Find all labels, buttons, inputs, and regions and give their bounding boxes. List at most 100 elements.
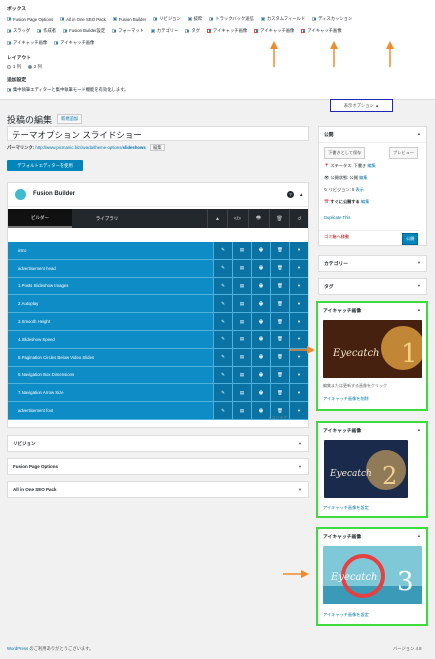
delete-icon[interactable]: 🗑: [270, 366, 289, 384]
toggle-icon[interactable]: ▾: [289, 366, 308, 384]
edit-icon[interactable]: ✎: [213, 313, 232, 330]
box-option-4[interactable]: リビジョン: [153, 16, 181, 22]
box-option-15[interactable]: アイキャッチ画像: [207, 28, 247, 34]
box-option-3[interactable]: Fusion Builder: [112, 16, 146, 22]
code-icon[interactable]: </>: [227, 209, 247, 228]
checkbox-icon[interactable]: [7, 16, 11, 21]
permalink-slug[interactable]: slideshows: [123, 145, 146, 150]
edit-icon[interactable]: ✎: [213, 348, 232, 366]
edit-icon[interactable]: ✎: [213, 366, 232, 384]
box-option-7[interactable]: カスタムフィールド: [260, 16, 305, 22]
checkbox-icon[interactable]: [150, 28, 155, 33]
delete-icon[interactable]: 🗑: [270, 384, 289, 402]
box-option-10[interactable]: 作成者: [37, 28, 56, 34]
save-icon[interactable]: 🖶: [251, 242, 270, 259]
clone-icon[interactable]: ▤: [232, 402, 251, 419]
fusion-row[interactable]: advertisement foot ✎ ▤ 🖶 🗑 ▾: [8, 402, 308, 420]
schedule-edit-link[interactable]: 編集: [361, 199, 369, 204]
fusion-row[interactable]: 5.Pagination Circles Below Video Slides ✎…: [8, 348, 308, 367]
clone-icon[interactable]: ▤: [232, 277, 251, 295]
checkbox-icon[interactable]: [37, 28, 42, 33]
add-new-button[interactable]: 新規追加: [57, 114, 83, 124]
toggle-icon[interactable]: ▾: [289, 277, 308, 295]
help-icon[interactable]: ?: [287, 191, 294, 198]
tab-library[interactable]: ライブラリ: [72, 209, 142, 228]
clone-icon[interactable]: ▤: [232, 348, 251, 366]
delete-icon[interactable]: 🗑: [270, 259, 289, 277]
box-option-11[interactable]: Fusion Builder設定: [63, 28, 105, 34]
checkbox-icon[interactable]: [209, 16, 214, 21]
box-option-19[interactable]: アイキャッチ画像: [54, 40, 94, 46]
fusion-row[interactable]: 1.Posts Slideshow Images ✎ ▤ 🖶 🗑 ▾: [8, 277, 308, 296]
box-option-17[interactable]: アイキャッチ画像: [301, 28, 342, 34]
delete-icon[interactable]: 🗑: [270, 330, 289, 348]
featured-image-2[interactable]: Eyecatch 2: [324, 440, 408, 498]
fusion-row[interactable]: advertisement head ✎ ▤ 🖶 🗑 ▾: [8, 259, 308, 278]
box-option-9[interactable]: スラッグ: [7, 28, 30, 34]
trash-link[interactable]: ゴミ箱へ移動: [324, 234, 349, 239]
revisions-link[interactable]: 表示: [355, 187, 363, 192]
all-in-one-seo-box[interactable]: All in One SEO Pack ▼: [7, 481, 309, 498]
checkbox-icon[interactable]: [7, 40, 11, 45]
checkbox-icon[interactable]: [187, 16, 192, 21]
save-icon[interactable]: 🖶: [251, 259, 270, 277]
fusion-row[interactable]: intro ✎ ▤ 🖶 🗑 ▾: [8, 242, 308, 260]
save-icon[interactable]: 🖶: [251, 295, 270, 313]
save-icon[interactable]: 🖶: [251, 313, 270, 330]
edit-icon[interactable]: ✎: [213, 277, 232, 295]
fusion-row[interactable]: 7.Navigation Arrow Size ✎ ▤ 🖶 🗑 ▾: [8, 384, 308, 403]
toggle-icon[interactable]: ▾: [289, 313, 308, 330]
wordpress-link[interactable]: WordPress: [7, 646, 28, 651]
checkbox-icon[interactable]: [112, 16, 117, 21]
layout-1col[interactable]: 1 列: [7, 64, 21, 70]
box-option-2[interactable]: All in One SEO Pack: [60, 16, 106, 22]
delete-icon[interactable]: 🗑: [270, 277, 289, 295]
default-editor-button[interactable]: デフォルトエディターを使用: [7, 160, 83, 171]
clone-icon[interactable]: ▤: [232, 313, 251, 330]
fusion-page-options-box[interactable]: Fusion Page Options ▼: [7, 458, 309, 475]
add-container-button[interactable]: + コンテナ: [268, 415, 287, 421]
delete-icon[interactable]: 🗑: [270, 313, 289, 330]
preview-button[interactable]: プレビュー: [389, 147, 418, 159]
checkbox-icon[interactable]: [254, 28, 259, 33]
tab-builder[interactable]: ビルダー: [8, 209, 72, 228]
clone-icon[interactable]: ▤: [232, 259, 251, 277]
checkbox-icon[interactable]: [112, 28, 117, 33]
checkbox-icon[interactable]: [54, 40, 59, 45]
publish-button[interactable]: 公開: [402, 233, 419, 245]
checkbox-icon[interactable]: [312, 16, 317, 21]
box-option-12[interactable]: フォーマット: [112, 28, 144, 34]
toggle-icon[interactable]: ▾: [289, 242, 308, 259]
revisions-box[interactable]: リビジョン ▼: [7, 435, 309, 452]
box-option-8[interactable]: ディスカッション: [312, 16, 352, 22]
permalink-edit-button[interactable]: 編集: [149, 144, 165, 151]
toggle-icon[interactable]: ▾: [289, 402, 308, 419]
checkbox-icon[interactable]: [60, 16, 65, 21]
duplicate-link[interactable]: Duplicate This: [324, 215, 350, 220]
box-option-16[interactable]: アイキャッチ画像: [254, 28, 294, 34]
history-icon[interactable]: ↺: [289, 209, 309, 228]
box-option-5[interactable]: 抜粋: [187, 16, 202, 22]
permalink-url[interactable]: http://www.picmanic.biz/avada/theme-opti…: [35, 145, 122, 150]
checkbox-icon[interactable]: [185, 28, 190, 33]
set-featured-link-2[interactable]: アイキャッチ画像を設定: [323, 505, 369, 511]
edit-icon[interactable]: ✎: [213, 295, 232, 313]
fusion-row[interactable]: 6.Navigation Box Dimensions ✎ ▤ 🖶 🗑 ▾: [8, 366, 308, 385]
remove-featured-link[interactable]: アイキャッチ画像を削除: [323, 396, 369, 402]
edit-icon[interactable]: ✎: [213, 259, 232, 277]
box-option-18[interactable]: アイキャッチ画像: [7, 40, 47, 46]
post-title-input[interactable]: テーマオプション スライドショー: [7, 126, 309, 141]
save-template-icon[interactable]: 🖶: [248, 209, 268, 228]
delete-icon[interactable]: 🗑: [270, 242, 289, 259]
delete-icon[interactable]: 🗑: [270, 295, 289, 313]
edit-icon[interactable]: ✎: [213, 242, 232, 259]
clone-icon[interactable]: ▤: [232, 242, 251, 259]
checkbox-icon[interactable]: [301, 28, 306, 33]
toggle-icon[interactable]: ▾: [289, 259, 308, 277]
checkbox-icon[interactable]: [207, 28, 211, 33]
clone-icon[interactable]: ▤: [232, 330, 251, 348]
status-edit-link[interactable]: 編集: [367, 163, 375, 168]
box-option-13[interactable]: カテゴリー: [150, 28, 178, 34]
checkbox-icon[interactable]: [63, 28, 68, 33]
featured-image-3[interactable]: Eyecatch 3: [323, 546, 422, 604]
